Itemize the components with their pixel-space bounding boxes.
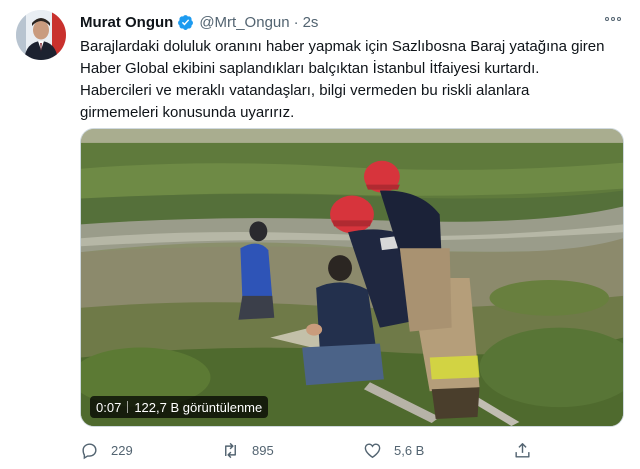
reply-count: 229 <box>111 442 133 458</box>
author-avatar[interactable] <box>16 10 66 60</box>
retweet-count: 895 <box>252 442 274 458</box>
reply-icon <box>82 442 97 459</box>
tweet-timestamp[interactable]: 2s <box>303 14 319 31</box>
more-options-icon[interactable] <box>602 10 624 28</box>
tweet-text-line: Haber Global ekibini saplandıkları balçı… <box>80 60 540 77</box>
author-display-name[interactable]: Murat Ongun <box>80 14 173 31</box>
video-player[interactable] <box>80 128 624 427</box>
author-handle[interactable]: @Mrt_Ongun <box>199 14 289 31</box>
like-button[interactable]: 5,6 B <box>363 438 424 462</box>
video-view-count: 122,7 B görüntülenme <box>134 399 263 415</box>
reply-button[interactable]: 229 <box>80 438 133 462</box>
share-button[interactable] <box>513 438 532 462</box>
tweet-text-line: Habercileri ve meraklı vatandaşları, bil… <box>80 82 530 99</box>
retweet-icon <box>225 442 236 458</box>
verified-badge-icon <box>177 14 194 31</box>
share-icon <box>515 442 530 458</box>
tweet-text-line: Barajlardaki doluluk oranını haber yapma… <box>80 38 605 55</box>
tweet-header: Murat Ongun @Mrt_Ongun · 2s <box>80 12 318 32</box>
badge-divider <box>127 401 129 413</box>
tweet[interactable]: Murat Ongun @Mrt_Ongun · 2s Barajlardaki… <box>0 0 640 469</box>
video-info-badge: 0:07 122,7 B görüntülenme <box>90 396 269 418</box>
tweet-text: Barajlardaki doluluk oranını haber yapma… <box>80 36 628 124</box>
avatar-photo-icon <box>16 10 66 60</box>
video-frame-image <box>81 129 623 426</box>
like-count: 5,6 B <box>394 442 425 458</box>
video-duration: 0:07 <box>96 399 122 415</box>
retweet-button[interactable]: 895 <box>221 438 274 462</box>
header-separator: · <box>293 13 299 31</box>
tweet-actions: 229 895 5,6 B <box>80 438 624 462</box>
heart-icon <box>364 442 381 458</box>
tweet-text-line: girmemeleri konusunda uyarırız. <box>80 104 295 121</box>
